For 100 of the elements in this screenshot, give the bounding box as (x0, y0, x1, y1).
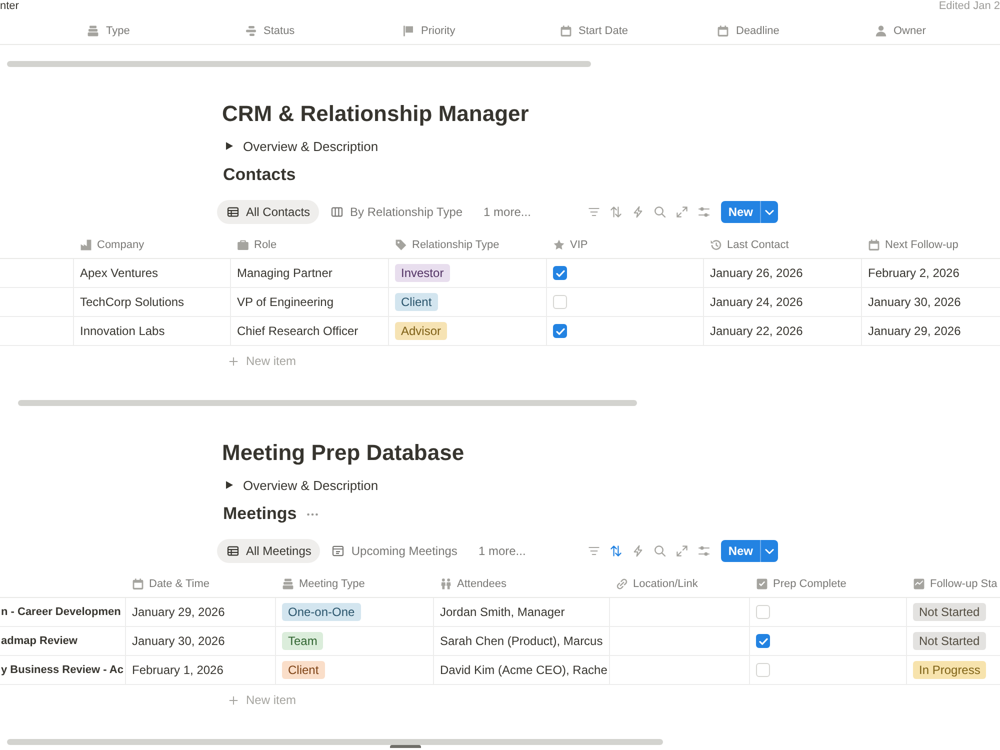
stack-icon (282, 578, 294, 590)
checkbox[interactable] (553, 324, 567, 338)
section-heading: Meetings (223, 503, 297, 525)
section-heading: Contacts (223, 164, 296, 186)
search-icon[interactable] (654, 206, 666, 218)
tag-icon (395, 239, 407, 251)
view-tab[interactable]: All Contacts (217, 200, 320, 224)
checkbox[interactable] (553, 266, 567, 280)
select-tag: Investor (395, 264, 450, 282)
table-cell: January 24, 2026 (710, 295, 803, 309)
select-tag: Advisor (395, 322, 448, 340)
select-tag: Not Started (913, 603, 986, 621)
row-title[interactable]: n - Career Developmen (1, 606, 121, 618)
table-cell: January 30, 2026 (868, 295, 961, 309)
expand-icon[interactable] (676, 545, 688, 557)
more-icon[interactable] (306, 512, 318, 516)
view-tab[interactable]: All Meetings (217, 539, 320, 563)
new-button[interactable]: New (721, 201, 760, 223)
new-item-button[interactable]: New item (229, 346, 296, 376)
column-header[interactable]: Deadline (736, 24, 780, 38)
plus-icon (229, 696, 238, 704)
calendar-icon (332, 545, 344, 557)
new-dropdown-button[interactable] (760, 540, 778, 562)
view-tab[interactable]: Upcoming Meetings (322, 539, 466, 563)
calendar-icon (868, 239, 880, 251)
new-item-button[interactable]: New item (229, 685, 296, 715)
table-cell: Jordan Smith, Manager (440, 605, 565, 619)
select-tag: In Progress (913, 661, 986, 679)
lightning-icon[interactable] (632, 206, 644, 218)
calendar-icon (717, 25, 729, 37)
overview-toggle[interactable]: Overview & Description (226, 474, 378, 496)
column-header[interactable]: Start Date (578, 24, 628, 38)
link-icon (616, 578, 628, 590)
column-header[interactable]: Follow-up Sta (930, 577, 998, 591)
flag-icon (402, 25, 414, 37)
sliders-icon[interactable] (698, 206, 710, 218)
column-header[interactable]: Company (97, 238, 144, 252)
star-icon (553, 239, 565, 251)
expand-icon[interactable] (676, 206, 688, 218)
columns-icon (331, 206, 344, 218)
calendar-icon (560, 25, 572, 37)
select-tag: Client (282, 661, 325, 679)
table-cell: January 29, 2026 (132, 605, 225, 619)
scrollbar[interactable] (7, 739, 663, 745)
column-header[interactable]: Last Contact (727, 238, 789, 252)
column-header[interactable]: Relationship Type (412, 238, 500, 252)
breadcrumb[interactable]: nter (0, 0, 19, 12)
check-icon (556, 328, 564, 334)
column-header[interactable]: Attendees (457, 577, 507, 591)
filter-icon[interactable] (588, 545, 600, 557)
row-title[interactable]: y Business Review - Ac (1, 664, 124, 676)
row-title[interactable]: admap Review (1, 635, 78, 647)
table-cell: January 26, 2026 (710, 266, 803, 280)
sort-icon[interactable] (610, 206, 622, 218)
column-header[interactable]: Status (264, 24, 295, 38)
column-header[interactable]: Meeting Type (299, 577, 365, 591)
view-tab[interactable]: By Relationship Type (321, 200, 472, 224)
table-cell: VP of Engineering (237, 295, 334, 309)
more-views-button[interactable]: 1 more... (482, 202, 533, 222)
table-cell: February 2, 2026 (868, 266, 960, 280)
filter-icon[interactable] (588, 206, 600, 218)
table-cell: January 29, 2026 (868, 324, 961, 338)
lightning-icon[interactable] (632, 545, 644, 557)
overview-toggle[interactable]: Overview & Description (226, 135, 378, 157)
select-tag: Client (395, 293, 438, 311)
select-tag: Team (282, 632, 324, 650)
table-cell: Sarah Chen (Product), Marcus (440, 634, 603, 648)
table-cell: Innovation Labs (80, 324, 165, 338)
column-header[interactable]: Prep Complete (773, 577, 846, 591)
scrollbar[interactable] (7, 61, 591, 67)
check-icon (758, 638, 768, 644)
select-tag: One-on-One (282, 603, 361, 621)
sliders-icon[interactable] (698, 545, 710, 557)
checkbox[interactable] (756, 634, 770, 648)
column-header[interactable]: Next Follow-up (885, 238, 958, 252)
more-views-button[interactable]: 1 more... (476, 541, 528, 561)
column-header[interactable]: Role (254, 238, 277, 252)
scroll-handle[interactable] (390, 745, 421, 748)
column-header[interactable]: Location/Link (633, 577, 698, 591)
search-icon[interactable] (654, 545, 666, 557)
table-cell: January 22, 2026 (710, 324, 803, 338)
table-cell: TechCorp Solutions (80, 295, 184, 309)
column-header[interactable]: Date & Time (149, 577, 210, 591)
sort-icon[interactable] (610, 545, 622, 557)
checkbox-icon (756, 578, 768, 590)
column-header[interactable]: Priority (421, 24, 456, 38)
database-title: CRM & Relationship Manager (222, 100, 529, 128)
chart-icon (913, 578, 925, 590)
history-icon (710, 239, 722, 251)
column-header[interactable]: Owner (894, 24, 926, 38)
chevron-down-icon (765, 548, 774, 554)
briefcase-icon (237, 239, 249, 251)
new-dropdown-button[interactable] (760, 201, 778, 223)
stack-icon (87, 25, 99, 37)
new-button[interactable]: New (721, 540, 760, 562)
table-cell: Chief Research Officer (237, 324, 358, 338)
calendar-icon (132, 578, 144, 590)
column-header[interactable]: VIP (570, 238, 588, 252)
scrollbar[interactable] (18, 400, 637, 406)
column-header[interactable]: Type (106, 24, 130, 38)
